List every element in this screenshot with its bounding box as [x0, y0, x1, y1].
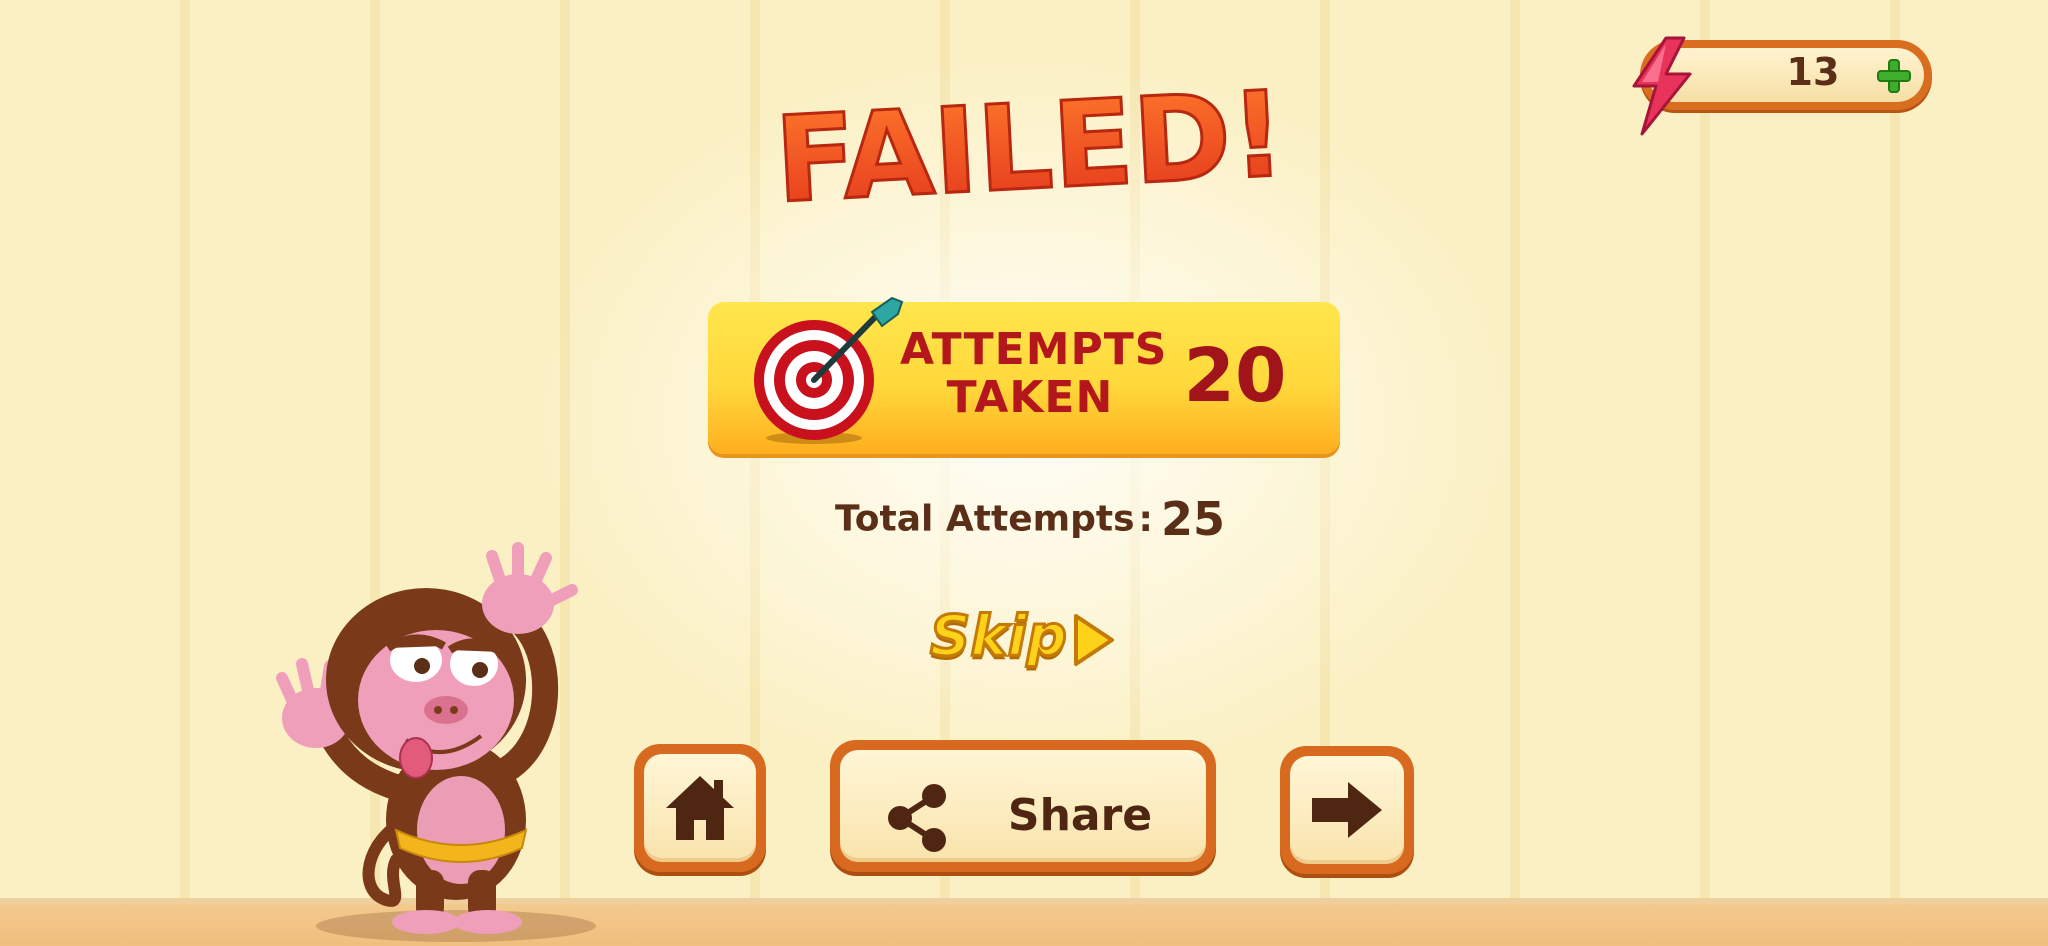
lightning-bolt-icon — [1632, 36, 1692, 136]
energy-counter: 13 — [1628, 36, 1938, 136]
total-attempts-value: 25 — [1160, 492, 1225, 546]
total-attempts-separator: : — [1138, 498, 1153, 540]
share-icon — [888, 784, 946, 852]
failed-title-text: FAILED! — [780, 65, 1280, 226]
energy-count: 13 — [1786, 50, 1840, 94]
total-attempts: Total Attempts:25 — [820, 492, 1240, 552]
attempts-taken-label: ATTEMPTS TAKEN — [900, 324, 1168, 423]
total-attempts-label: Total Attempts — [835, 498, 1135, 540]
target-dart-icon — [754, 296, 904, 444]
monkey-mascot — [276, 542, 596, 942]
plus-icon[interactable] — [1876, 58, 1912, 94]
play-arrow-icon — [1074, 614, 1114, 666]
skip-label: Skip — [929, 603, 1069, 671]
arrow-right-icon — [1312, 782, 1382, 838]
attempts-taken-value: 20 — [1183, 333, 1287, 419]
share-label: Share — [1007, 790, 1153, 841]
skip-button[interactable]: Skip — [929, 600, 1120, 680]
share-button[interactable]: Share — [830, 740, 1216, 872]
next-button[interactable] — [1280, 746, 1414, 874]
home-icon — [666, 776, 734, 840]
attempts-label-line1: ATTEMPTS — [900, 324, 1168, 375]
failed-title: FAILED! — [770, 56, 1289, 230]
attempts-label-line2: TAKEN — [946, 372, 1114, 423]
